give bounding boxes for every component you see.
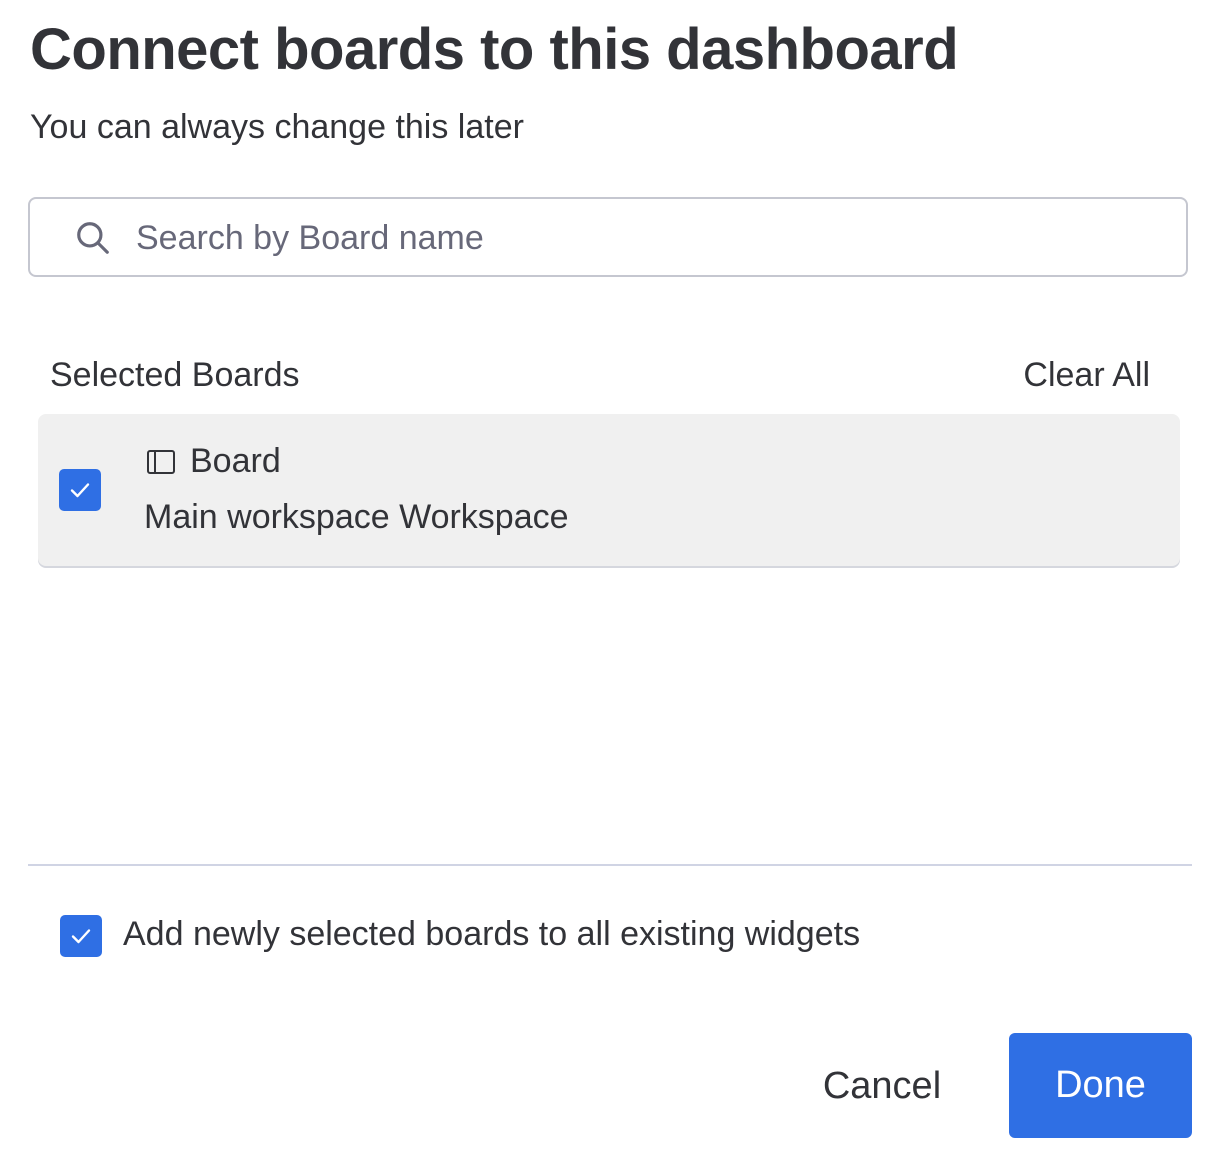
dialog-subtitle: You can always change this later: [30, 108, 524, 146]
footer-divider: [28, 864, 1192, 866]
checkmark-icon: [70, 483, 90, 498]
search-box[interactable]: [28, 197, 1188, 277]
done-button[interactable]: Done: [1009, 1033, 1192, 1138]
checkmark-icon: [71, 929, 91, 944]
selected-boards-label: Selected Boards: [50, 356, 300, 394]
board-workspace: Main workspace Workspace: [144, 498, 569, 536]
search-icon: [77, 222, 109, 254]
board-checkbox[interactable]: [59, 469, 101, 511]
dialog-title: Connect boards to this dashboard: [30, 17, 959, 82]
board-icon: [147, 450, 175, 474]
search-input[interactable]: [136, 211, 1156, 265]
add-to-widgets-label[interactable]: Add newly selected boards to all existin…: [123, 915, 860, 954]
selected-board-row[interactable]: Board Main workspace Workspace: [38, 414, 1180, 566]
cancel-button[interactable]: Cancel: [790, 1034, 974, 1138]
board-name: Board: [190, 442, 281, 480]
add-to-widgets-checkbox[interactable]: [60, 915, 102, 957]
clear-all-button[interactable]: Clear All: [1023, 356, 1150, 395]
